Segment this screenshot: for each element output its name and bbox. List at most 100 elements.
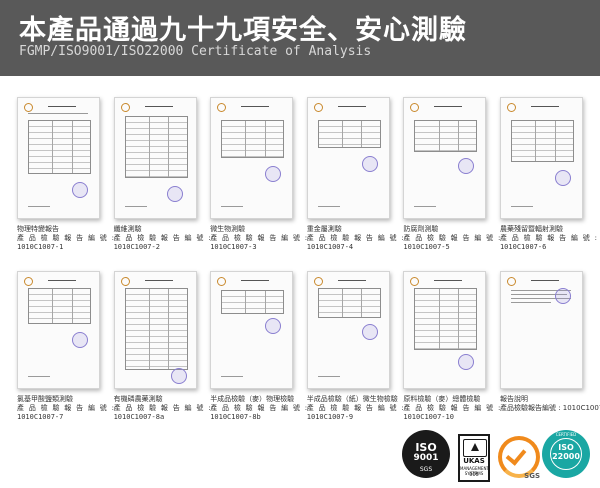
stamp-icon — [166, 186, 183, 202]
stamp-icon — [458, 158, 475, 174]
iso-9001-logo: ISO 9001 SGS — [402, 430, 450, 478]
certificate-item[interactable]: 報告說明 產品檢驗報告編號 : 1010C1007 — [499, 267, 600, 427]
stamp-icon — [458, 354, 475, 370]
iso-9001-logo-number: 9001 — [413, 453, 439, 463]
lab-logo-icon — [120, 103, 130, 112]
certificate-thumbnail[interactable] — [306, 97, 390, 219]
lab-logo-icon — [217, 277, 227, 286]
certificate-caption: 半成品檢驗（麥）物理檢驗 產 品 檢 驗 報 告 編 號 : 1010C1007… — [210, 395, 309, 422]
report-number: 1010C1007-8a — [113, 413, 165, 421]
certificate-thumbnail[interactable] — [17, 271, 100, 389]
certificate-item[interactable]: 防腐劑測驗 產 品 檢 驗 報 告 編 號 : 1010C1007-5 — [403, 97, 502, 267]
lab-logo-icon — [506, 103, 516, 112]
stamp-icon — [361, 156, 378, 172]
report-number-label: 產 品 檢 驗 報 告 編 號 : — [210, 404, 309, 412]
iso-22000-logo-number: 22000 — [552, 452, 580, 461]
certificate-title: 物理特變報告 — [17, 225, 59, 233]
report-number: 1010C1007-8b — [210, 413, 261, 421]
certificate-thumbnail[interactable] — [499, 97, 583, 219]
page-title: 本產品通過九十九項安全、安心測驗 — [19, 15, 467, 46]
report-number-label: 產 品 檢 驗 報 告 編 號 : — [210, 234, 309, 242]
report-number: 1010C1007-7 — [17, 413, 64, 421]
report-number: 1010C1007-3 — [210, 243, 257, 251]
certificate-item[interactable]: 氯基甲酸鹽類測驗 產 品 檢 驗 報 告 編 號 : 1010C1007-7 — [17, 267, 116, 427]
report-number-label: 產 品 檢 驗 報 告 編 號 : — [403, 404, 502, 412]
certificate-caption: 農藥殘留暨輻射測驗 產 品 檢 驗 報 告 編 號 : 1010C1007-6 — [499, 225, 599, 252]
report-number: 1010C1007-1 — [17, 243, 64, 251]
stamp-icon — [265, 318, 282, 334]
iso-22000-logo-certified: CERTIFIED — [555, 432, 577, 437]
stamp-icon — [72, 332, 88, 348]
iso-9001-logo-brand: SGS — [419, 466, 433, 473]
certificate-item[interactable]: 纖維測驗 產 品 檢 驗 報 告 編 號 : 1010C1007-2 — [113, 97, 211, 267]
certificate-thumbnail[interactable] — [306, 271, 390, 389]
certificate-item[interactable]: 半成品檢驗（紙）微生物檢驗 產 品 檢 驗 報 告 編 號 : 1010C100… — [306, 267, 406, 427]
report-number-label: 產 品 檢 驗 報 告 編 號 : — [403, 234, 502, 242]
report-number: 1010C1007-5 — [403, 243, 450, 251]
certificate-title: 報告說明 — [499, 395, 528, 403]
report-number-label: 產 品 檢 驗 報 告 編 號 : — [17, 234, 116, 242]
report-number-label: 產 品 檢 驗 報 告 編 號 : — [17, 404, 116, 412]
certificate-item[interactable]: 半成品檢驗（麥）物理檢驗 產 品 檢 驗 報 告 編 號 : 1010C1007… — [210, 267, 309, 427]
report-number-label: 產 品 檢 驗 報 告 編 號 : — [499, 234, 599, 242]
ukas-logo-text: UKAS — [463, 457, 485, 465]
report-number-label: 產 品 檢 驗 報 告 編 號 : — [113, 404, 212, 412]
lab-logo-icon — [410, 103, 420, 112]
certificate-item[interactable]: 微生物測驗 產 品 檢 驗 報 告 編 號 : 1010C1007-3 — [210, 97, 309, 267]
header-banner: 本產品通過九十九項安全、安心測驗 FGMP/ISO9001/ISO22000 C… — [0, 0, 600, 76]
certificate-caption: 物理特變報告 產 品 檢 驗 報 告 編 號 : 1010C1007-1 — [17, 225, 116, 252]
certificate-item[interactable]: 原料檢驗（麥）總體檢驗 產 品 檢 驗 報 告 編 號 : 1010C1007-… — [403, 267, 502, 427]
certificate-item[interactable]: 物理特變報告 產 品 檢 驗 報 告 編 號 : 1010C1007-1 — [17, 97, 116, 267]
certificate-thumbnail[interactable] — [210, 271, 294, 389]
iso-22000-logo-text: ISO — [558, 443, 574, 452]
crown-icon — [463, 439, 487, 457]
certificate-title: 半成品檢驗（麥）物理檢驗 — [210, 395, 295, 403]
certificate-title: 微生物測驗 — [210, 225, 246, 233]
stamp-icon — [72, 182, 88, 198]
report-number-label: 產 品 檢 驗 報 告 編 號 : — [306, 234, 406, 242]
certificate-title: 有機磷農藥測驗 — [113, 395, 163, 403]
certificate-thumbnail[interactable] — [210, 97, 294, 219]
certificate-caption: 半成品檢驗（紙）微生物檢驗 產 品 檢 驗 報 告 編 號 : 1010C100… — [306, 395, 406, 422]
certificate-thumbnail[interactable] — [113, 271, 197, 389]
report-number: 1010C1007-2 — [113, 243, 160, 251]
lab-logo-icon — [313, 277, 323, 286]
certificate-caption: 防腐劑測驗 產 品 檢 驗 報 告 編 號 : 1010C1007-5 — [403, 225, 502, 252]
certificate-caption: 氯基甲酸鹽類測驗 產 品 檢 驗 報 告 編 號 : 1010C1007-7 — [17, 395, 116, 422]
report-number: 1010C1007-4 — [306, 243, 354, 251]
lab-logo-icon — [24, 277, 33, 286]
lab-logo-icon — [506, 277, 516, 286]
certificate-grid: 物理特變報告 產 品 檢 驗 報 告 編 號 : 1010C1007-1 纖維測… — [17, 97, 600, 427]
certificate-title: 纖維測驗 — [113, 225, 142, 233]
certificate-caption: 纖維測驗 產 品 檢 驗 報 告 編 號 : 1010C1007-2 — [113, 225, 211, 252]
sgs-logo-text: SGS — [524, 472, 540, 480]
certificate-thumbnail[interactable] — [499, 271, 583, 389]
certificate-item[interactable]: 農藥殘留暨輻射測驗 產 品 檢 驗 報 告 編 號 : 1010C1007-6 — [499, 97, 599, 267]
lab-logo-icon — [410, 277, 420, 286]
certificate-title: 農藥殘留暨輻射測驗 — [499, 225, 563, 233]
certificate-caption: 有機磷農藥測驗 產 品 檢 驗 報 告 編 號 : 1010C1007-8a — [113, 395, 212, 422]
stamp-icon — [554, 288, 571, 304]
certificate-caption: 報告說明 產品檢驗報告編號 : 1010C1007 — [499, 395, 600, 413]
lab-logo-icon — [313, 103, 323, 112]
certificate-title: 防腐劑測驗 — [403, 225, 439, 233]
stamp-icon — [361, 324, 378, 340]
report-number: 1010C1007-9 — [306, 413, 354, 421]
certificate-thumbnail[interactable] — [113, 97, 197, 219]
ukas-logo-number: 005 — [469, 472, 479, 478]
certificate-thumbnail[interactable] — [403, 271, 487, 389]
stamp-icon — [170, 368, 187, 384]
certificate-item[interactable]: 重金屬測驗 產 品 檢 驗 報 告 編 號 : 1010C1007-4 — [306, 97, 406, 267]
certificate-title: 原料檢驗（麥）總體檢驗 — [403, 395, 481, 403]
lab-logo-icon — [120, 277, 130, 286]
sgs-logo: SGS — [494, 434, 540, 480]
certificate-thumbnail[interactable] — [17, 97, 100, 219]
certificate-thumbnail[interactable] — [403, 97, 487, 219]
iso-22000-logo: CERTIFIED ISO 22000 — [542, 430, 590, 478]
stamp-icon — [265, 166, 282, 182]
report-number-label: 產 品 檢 驗 報 告 編 號 : — [306, 404, 406, 412]
page-subtitle: FGMP/ISO9001/ISO22000 Certificate of Ana… — [19, 44, 372, 59]
certificate-title: 氯基甲酸鹽類測驗 — [17, 395, 73, 403]
certificate-item[interactable]: 有機磷農藥測驗 產 品 檢 驗 報 告 編 號 : 1010C1007-8a — [113, 267, 212, 427]
report-number: 1010C1007-6 — [499, 243, 547, 251]
